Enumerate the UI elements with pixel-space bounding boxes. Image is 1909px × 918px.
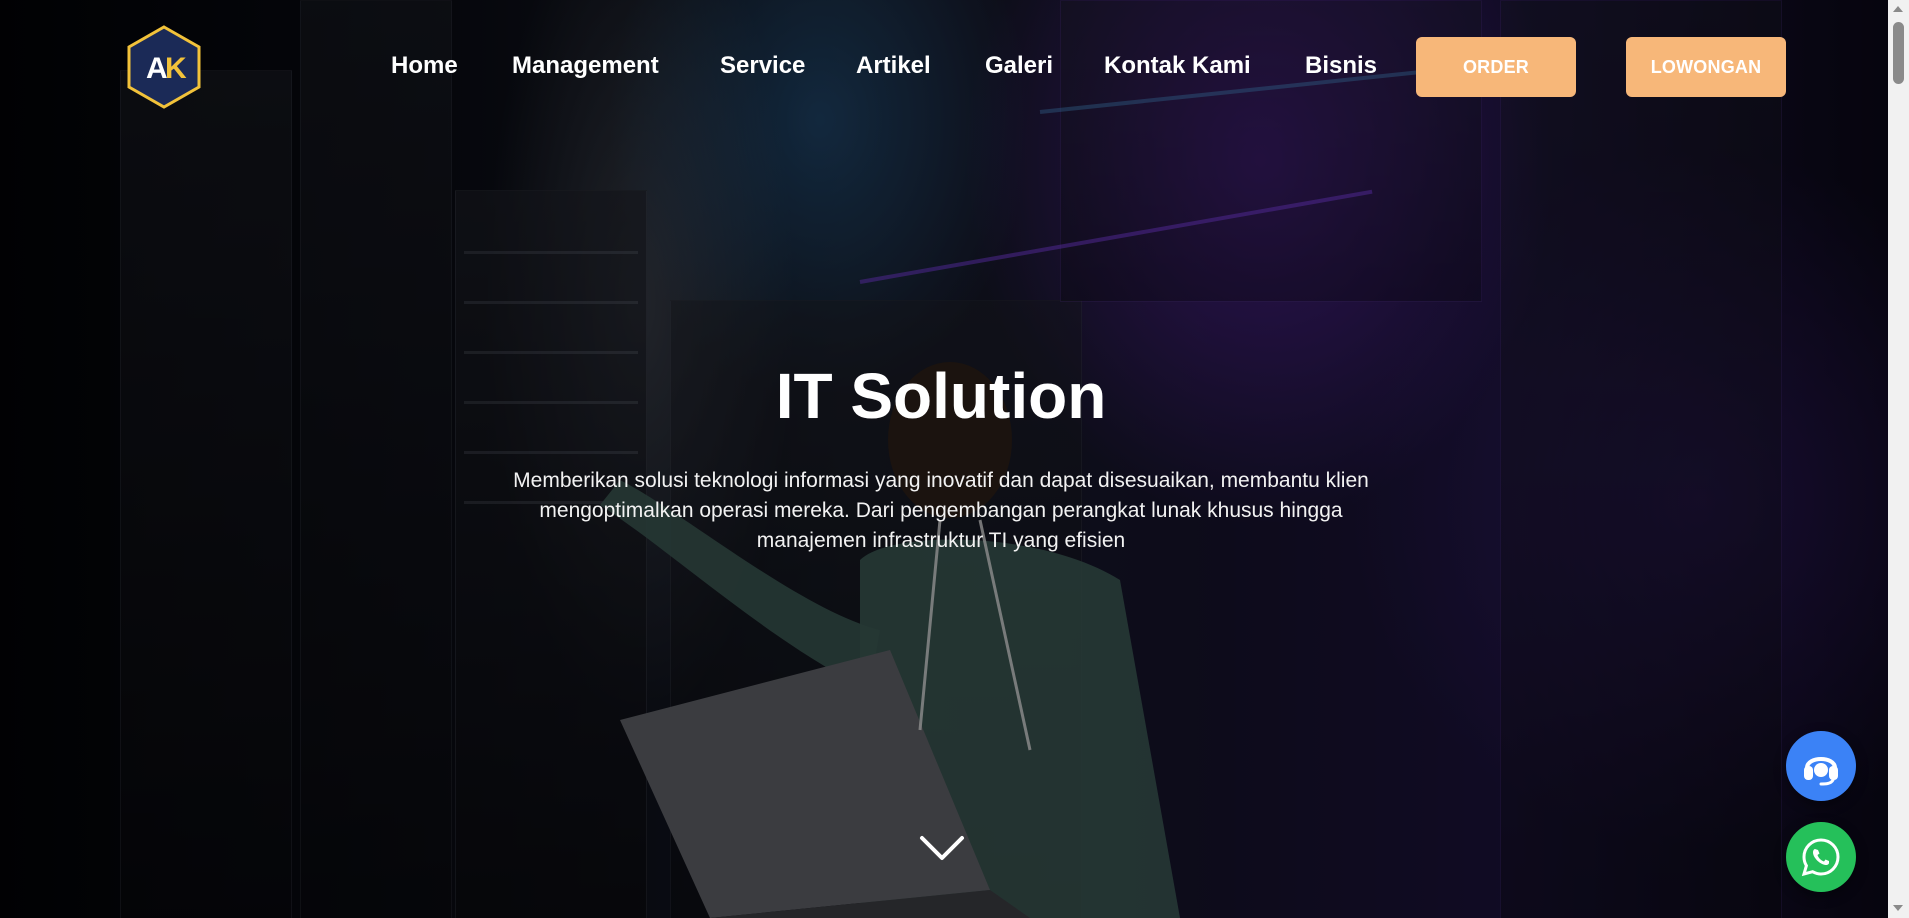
- whatsapp-button[interactable]: [1786, 822, 1856, 892]
- scroll-up-arrow-icon[interactable]: [1893, 6, 1903, 12]
- scrollbar-thumb[interactable]: [1893, 22, 1904, 84]
- nav-artikel[interactable]: Artikel: [856, 50, 931, 82]
- hero-description: Memberikan solusi teknologi informasi ya…: [513, 469, 1369, 552]
- order-button[interactable]: ORDER: [1416, 37, 1576, 97]
- headset-icon: [1804, 757, 1838, 786]
- ak-logo[interactable]: A K: [126, 25, 202, 109]
- hero-overlay: [0, 0, 1888, 918]
- logo-letter-k: K: [165, 52, 187, 85]
- nav-galeri[interactable]: Galeri: [985, 50, 1053, 82]
- whatsapp-icon: [1801, 838, 1840, 877]
- hero-title: IT Solution: [775, 360, 1107, 432]
- nav-bisnis[interactable]: Bisnis: [1305, 50, 1377, 82]
- support-chat-button[interactable]: [1786, 731, 1856, 801]
- page-scrollbar[interactable]: [1888, 0, 1909, 918]
- scroll-down-arrow-icon[interactable]: [1893, 905, 1903, 911]
- nav-management[interactable]: Management: [512, 50, 659, 82]
- page: A K Home Management Service Artikel Gale…: [0, 0, 1909, 918]
- chevron-down-icon[interactable]: [918, 830, 966, 866]
- nav-kontak-kami[interactable]: Kontak Kami: [1104, 50, 1251, 82]
- nav-home[interactable]: Home: [391, 50, 458, 82]
- lowongan-button[interactable]: LOWONGAN: [1626, 37, 1786, 97]
- nav-service[interactable]: Service: [720, 50, 805, 82]
